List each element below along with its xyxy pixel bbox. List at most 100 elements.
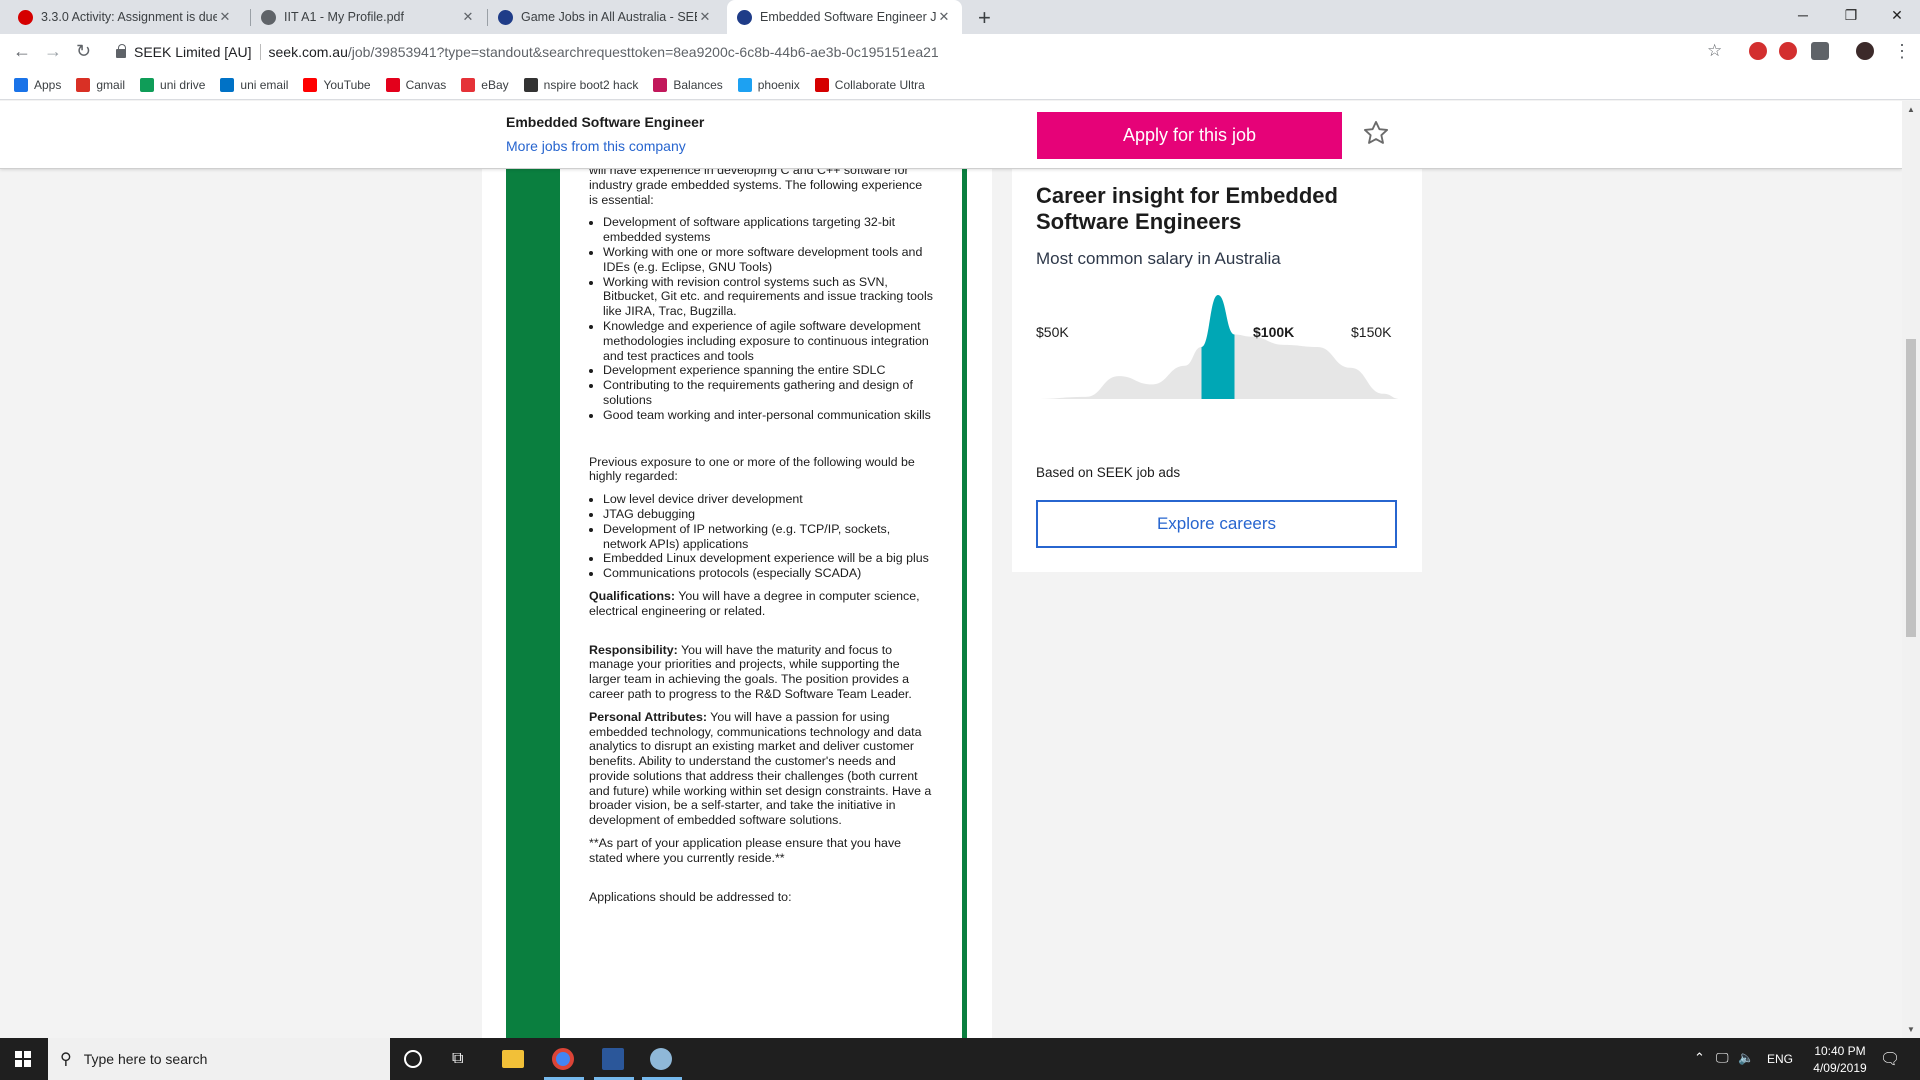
tray-chevron-icon[interactable]: ⌃	[1694, 1050, 1705, 1066]
tab-title: Game Jobs in All Australia - SEEK	[521, 10, 697, 24]
page-content: Embedded Software Engineer More jobs fro…	[0, 101, 1902, 1038]
bookmark-item[interactable]: uni email	[220, 77, 289, 92]
bookmark-label: nspire boot2 hack	[543, 77, 639, 92]
browser-tab[interactable]: IIT A1 - My Profile.pdf ✕	[251, 0, 486, 34]
notifications-icon[interactable]: 🗨	[1880, 1049, 1900, 1069]
site-identity[interactable]: SEEK Limited [AU]	[134, 44, 252, 60]
new-tab-icon[interactable]: +	[978, 5, 991, 31]
list-item: Low level device driver development	[603, 492, 934, 507]
tab-favicon-icon	[261, 9, 276, 25]
scroll-up-icon[interactable]: ▲	[1907, 105, 1915, 114]
list-item: Development of IP networking (e.g. TCP/I…	[603, 522, 934, 552]
career-insight-card: Career insight for Embedded Software Eng…	[1012, 169, 1422, 572]
qualifications-label: Qualifications:	[589, 588, 676, 603]
windows-taskbar: ⚲ Type here to search ⧉ ⌃ 🖵 🔈 ENG 10:40 …	[0, 1038, 1920, 1080]
volume-icon[interactable]: 🔈	[1738, 1050, 1754, 1066]
job-title: Embedded Software Engineer	[506, 114, 705, 130]
close-tab-icon[interactable]: ✕	[217, 9, 233, 25]
taskbar-search-box[interactable]: ⚲ Type here to search	[48, 1038, 390, 1080]
file-explorer-icon[interactable]	[502, 1050, 524, 1068]
clock-time[interactable]: 10:40 PM	[1808, 1044, 1872, 1058]
list-item: Working with one or more software develo…	[603, 245, 934, 275]
list-item: Communications protocols (especially SCA…	[603, 566, 934, 581]
bookmark-item[interactable]: Collaborate Ultra	[814, 77, 925, 92]
tab-title: Embedded Software Engineer Jo	[760, 10, 936, 24]
canvas-icon	[385, 77, 400, 92]
bookmark-item[interactable]: gmail	[76, 77, 125, 92]
more-jobs-link[interactable]: More jobs from this company	[506, 138, 686, 154]
bookmark-star-icon[interactable]: ☆	[1707, 41, 1722, 61]
brand-bar-left	[506, 101, 560, 1038]
network-icon[interactable]: 🖵	[1716, 1050, 1729, 1066]
menu-kebab-icon[interactable]: ⋮	[1893, 41, 1911, 62]
language-indicator[interactable]: ENG	[1767, 1052, 1793, 1066]
url-divider	[259, 44, 261, 60]
salary-tick-label: $150K	[1351, 324, 1392, 340]
bookmark-item[interactable]: Balances	[653, 77, 723, 92]
task-view-icon[interactable]: ⧉	[452, 1050, 474, 1072]
description-intro: will have experience in developing C and…	[589, 163, 923, 207]
profile-avatar[interactable]	[1856, 42, 1874, 60]
windows-start-icon[interactable]	[15, 1051, 31, 1067]
browser-tab-active[interactable]: Embedded Software Engineer Jo ✕	[727, 0, 962, 34]
page-scrollbar[interactable]: ▲ ▼	[1902, 101, 1920, 1038]
bookmark-item[interactable]: YouTube	[303, 77, 371, 92]
search-icon: ⚲	[60, 1051, 72, 1068]
address-bar[interactable]: SEEK Limited [AU] seek.com.au/job/398539…	[108, 38, 1718, 66]
clock-date[interactable]: 4/09/2019	[1808, 1061, 1872, 1075]
bookmark-item[interactable]: phoenix	[737, 77, 800, 92]
reload-icon[interactable]: ↻	[76, 41, 91, 62]
attributes-text: You will have a passion for using embedd…	[589, 709, 932, 828]
apply-button[interactable]: Apply for this job	[1037, 112, 1342, 159]
github-icon	[523, 77, 538, 92]
outlook-icon	[220, 77, 235, 92]
close-tab-icon[interactable]: ✕	[697, 9, 713, 25]
extension-icon[interactable]	[1749, 42, 1767, 60]
career-insight-subtitle: Most common salary in Australia	[1036, 249, 1281, 268]
scroll-thumb[interactable]	[1906, 339, 1916, 637]
lock-icon	[116, 44, 126, 58]
previous-exposure-list: Low level device driver developmentJTAG …	[603, 492, 934, 581]
salary-distribution-chart	[1036, 295, 1400, 399]
chrome-icon[interactable]	[552, 1048, 574, 1070]
explore-careers-button[interactable]: Explore careers	[1036, 500, 1397, 548]
steam-icon[interactable]	[650, 1048, 672, 1070]
restore-icon[interactable]: ❐	[1828, 0, 1874, 30]
browser-tab[interactable]: Game Jobs in All Australia - SEEK ✕	[488, 0, 723, 34]
tab-favicon-icon	[18, 9, 33, 25]
scroll-down-icon[interactable]: ▼	[1907, 1025, 1915, 1034]
url-text[interactable]: seek.com.au/job/39853941?type=standout&s…	[269, 44, 939, 60]
extension-icon[interactable]	[1779, 42, 1797, 60]
cortana-icon[interactable]	[404, 1050, 422, 1068]
back-icon[interactable]: ←	[13, 41, 31, 62]
address-bar-row: ← → ↻ SEEK Limited [AU] seek.com.au/job/…	[0, 34, 1920, 70]
close-tab-icon[interactable]: ✕	[936, 9, 952, 25]
collaborate-icon	[814, 77, 829, 92]
phoenix-icon	[737, 77, 752, 92]
bookmark-item[interactable]: nspire boot2 hack	[523, 77, 639, 92]
youtube-icon	[303, 77, 318, 92]
bookmark-item[interactable]: eBay	[461, 77, 509, 92]
gmail-icon	[76, 77, 91, 92]
bookmark-item[interactable]: Apps	[14, 77, 61, 92]
attributes-label: Personal Attributes:	[589, 709, 707, 724]
forward-icon[interactable]: →	[44, 41, 62, 62]
close-tab-icon[interactable]: ✕	[460, 9, 476, 25]
applications-address: Applications should be addressed to:	[589, 889, 792, 904]
close-window-icon[interactable]: ✕	[1874, 0, 1920, 30]
salary-tick-label: $50K	[1036, 324, 1069, 340]
bookmark-label: uni email	[240, 77, 289, 92]
minimize-icon[interactable]: ─	[1780, 0, 1826, 30]
bookmark-item[interactable]: uni drive	[140, 77, 205, 92]
browser-tab[interactable]: 3.3.0 Activity: Assignment is due ✕	[8, 0, 243, 34]
extension-icon[interactable]	[1811, 42, 1829, 60]
word-icon[interactable]	[602, 1048, 624, 1070]
save-job-star-icon[interactable]	[1362, 119, 1390, 147]
bookmark-item[interactable]: Canvas	[385, 77, 446, 92]
url-domain: seek.com.au	[268, 44, 348, 60]
bookmark-label: eBay	[481, 77, 509, 92]
url-path: /job/39853941?type=standout&searchreques…	[347, 44, 939, 60]
essential-skills-list: Development of software applications tar…	[603, 215, 934, 422]
qualifications-paragraph: Qualifications: You will have a degree i…	[589, 589, 934, 619]
previous-exposure-intro: Previous exposure to one or more of the …	[589, 454, 915, 484]
